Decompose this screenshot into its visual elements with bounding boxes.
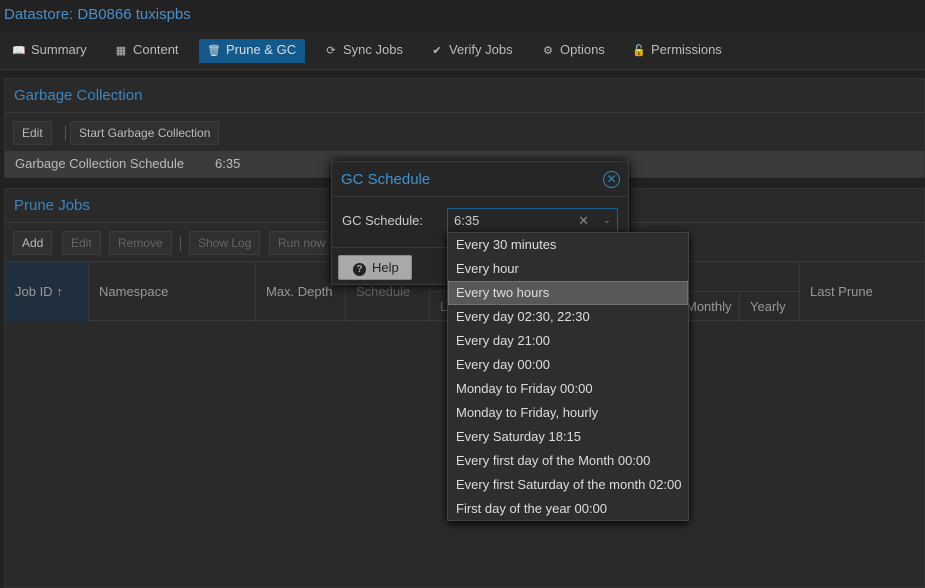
col-job-id[interactable]: Job ID ↑ xyxy=(5,262,89,322)
dropdown-option[interactable]: Every first Saturday of the month 02:00 xyxy=(448,473,688,497)
field-label: GC Schedule: xyxy=(342,213,423,228)
dropdown-option[interactable]: Every day 00:00 xyxy=(448,353,688,377)
tab-label: Content xyxy=(133,42,179,57)
divider xyxy=(180,236,181,251)
schedule-dropdown: Every 30 minutes Every hour Every two ho… xyxy=(447,232,689,521)
tab-summary[interactable]: 📖 Summary xyxy=(4,39,95,63)
tab-permissions[interactable]: 🔓 Permissions xyxy=(624,39,730,63)
tab-label: Sync Jobs xyxy=(343,42,403,57)
dropdown-option[interactable]: Every two hours xyxy=(448,281,688,305)
check-circle-icon: ✔ xyxy=(432,45,442,57)
remove-button[interactable]: Remove xyxy=(109,231,172,255)
edit-button[interactable]: Edit xyxy=(62,231,101,255)
dropdown-option[interactable]: Monday to Friday, hourly xyxy=(448,401,688,425)
tab-label: Options xyxy=(560,42,605,57)
dropdown-option[interactable]: Every Saturday 18:15 xyxy=(448,425,688,449)
start-gc-button[interactable]: Start Garbage Collection xyxy=(70,121,220,145)
dropdown-option[interactable]: Every day 21:00 xyxy=(448,329,688,353)
run-now-button[interactable]: Run now xyxy=(269,231,335,255)
tab-verify-jobs[interactable]: ✔ Verify Jobs xyxy=(422,39,521,63)
tab-label: Prune & GC xyxy=(226,42,297,57)
tab-label: Summary xyxy=(31,42,87,57)
dropdown-option[interactable]: Every hour xyxy=(448,257,688,281)
clear-icon[interactable]: ✕ xyxy=(578,209,589,233)
help-label: Help xyxy=(372,260,399,275)
dialog-title: GC Schedule xyxy=(332,162,628,197)
grid-icon: ▦ xyxy=(115,45,127,57)
question-icon: ? xyxy=(353,263,366,276)
col-monthly[interactable]: Monthly xyxy=(680,292,740,322)
tab-options[interactable]: ⚙ Options xyxy=(533,39,613,63)
tab-label: Permissions xyxy=(651,42,722,57)
tab-bar: 📖 Summary ▦ Content 🗑 Prune & GC ⟳ Sync Jobs… xyxy=(0,32,925,70)
add-button[interactable]: Add xyxy=(13,231,53,255)
dropdown-option[interactable]: First day of the year 00:00 xyxy=(448,497,688,521)
page-title: Datastore: DB0866 tuxispbs xyxy=(4,6,191,23)
dropdown-option[interactable]: Every day 02:30, 22:30 xyxy=(448,305,688,329)
unlock-icon: 🔓 xyxy=(632,45,646,57)
dropdown-option[interactable]: Every first day of the Month 00:00 xyxy=(448,449,688,473)
show-log-button[interactable]: Show Log xyxy=(189,231,261,255)
help-button[interactable]: ? Help xyxy=(338,255,412,280)
close-icon[interactable]: ✕ xyxy=(603,171,620,188)
gear-icon: ⚙ xyxy=(543,45,553,57)
gc-schedule-label: Garbage Collection Schedule xyxy=(15,156,185,171)
trash-icon: 🗑 xyxy=(207,45,221,57)
tab-label: Verify Jobs xyxy=(449,42,513,57)
chevron-down-icon[interactable]: ⌄ xyxy=(603,209,611,233)
tab-sync-jobs[interactable]: ⟳ Sync Jobs xyxy=(316,39,411,63)
tab-prune-gc[interactable]: 🗑 Prune & GC xyxy=(199,39,305,63)
book-icon: 📖 xyxy=(12,45,26,57)
dropdown-option[interactable]: Every 30 minutes xyxy=(448,233,688,257)
dropdown-option[interactable]: Monday to Friday 00:00 xyxy=(448,377,688,401)
col-last-prune[interactable]: Last Prune xyxy=(800,262,925,322)
tab-content[interactable]: ▦ Content xyxy=(106,39,187,63)
field-value: 6:35 xyxy=(454,213,480,228)
gc-edit-button[interactable]: Edit xyxy=(13,121,52,145)
gc-schedule-input[interactable]: 6:35 ✕ ⌄ xyxy=(447,208,618,234)
gc-title: Garbage Collection xyxy=(5,79,924,113)
refresh-icon: ⟳ xyxy=(326,45,336,57)
col-namespace[interactable]: Namespace xyxy=(89,262,256,322)
gc-schedule-value: 6:35 xyxy=(215,156,241,171)
col-yearly[interactable]: Yearly xyxy=(740,292,800,322)
divider xyxy=(65,126,66,141)
